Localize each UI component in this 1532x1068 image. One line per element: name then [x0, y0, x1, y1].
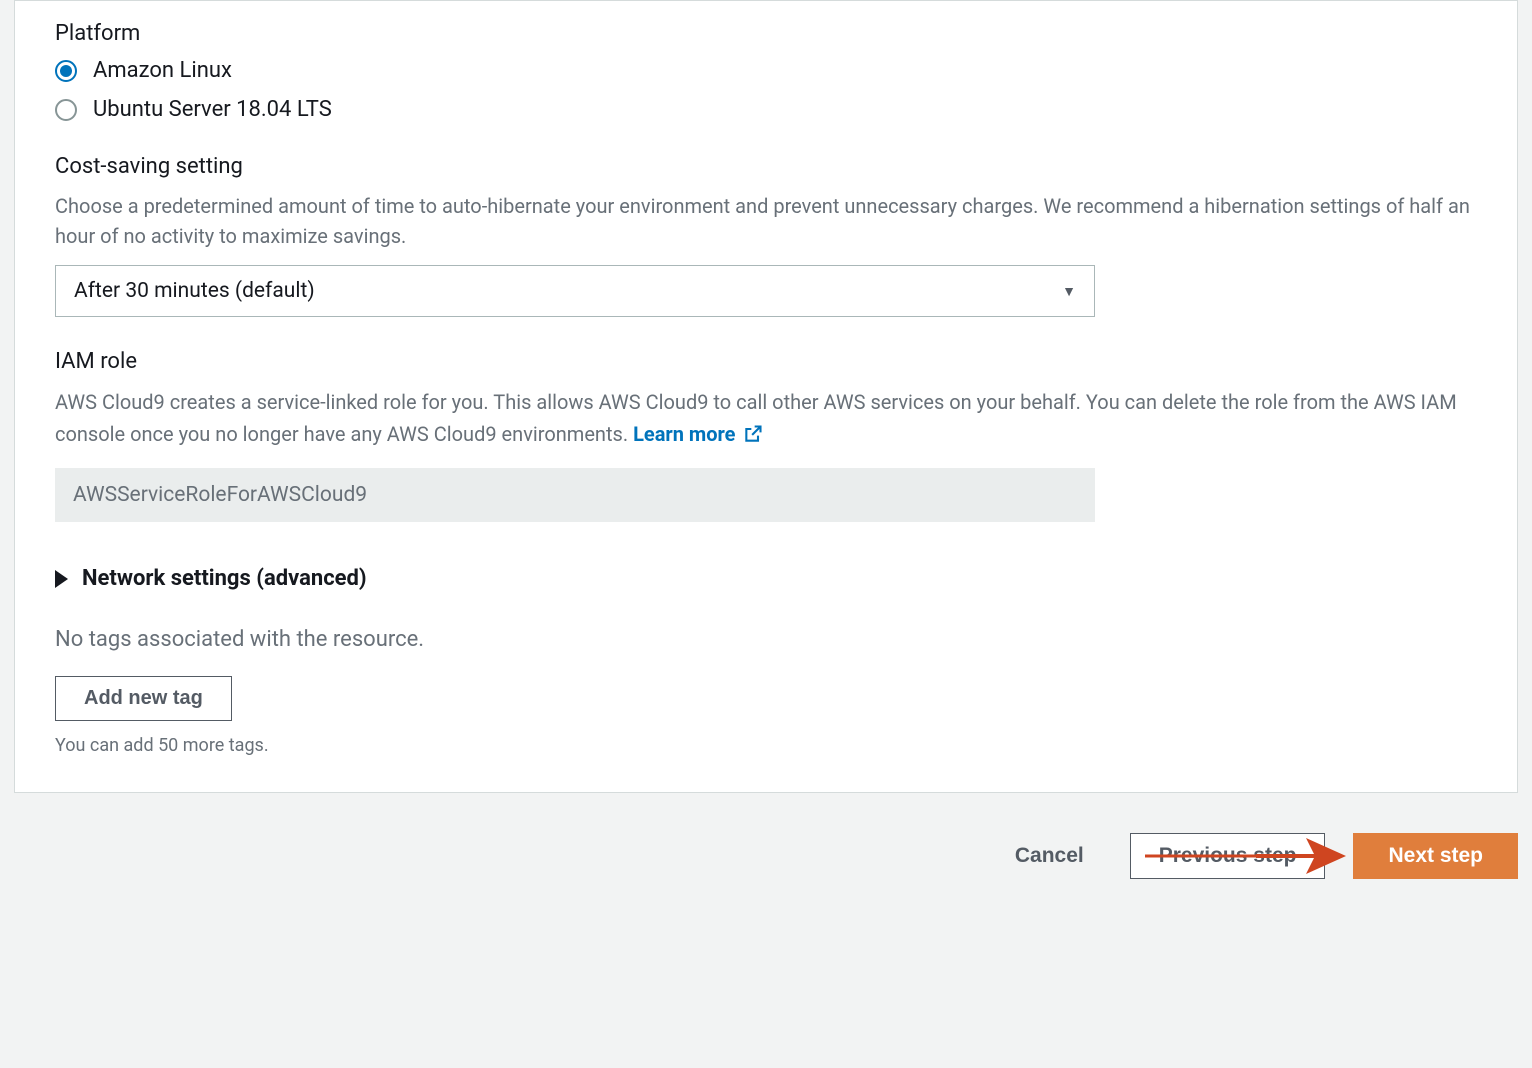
learn-more-link[interactable]: Learn more — [633, 418, 763, 450]
triangle-right-icon — [55, 570, 68, 588]
radio-icon — [55, 99, 77, 121]
platform-radio-group: Amazon Linux Ubuntu Server 18.04 LTS — [55, 58, 1477, 122]
annotation-strikethrough — [1145, 855, 1311, 858]
cost-saving-description: Choose a predetermined amount of time to… — [55, 191, 1477, 251]
cost-saving-section: Cost-saving setting Choose a predetermin… — [55, 154, 1477, 317]
network-settings-label: Network settings (advanced) — [82, 566, 367, 591]
platform-section: Platform Amazon Linux Ubuntu Server 18.0… — [55, 21, 1477, 122]
cost-saving-title: Cost-saving setting — [55, 154, 1477, 179]
radio-label: Ubuntu Server 18.04 LTS — [93, 97, 332, 122]
platform-title: Platform — [55, 21, 1477, 46]
add-new-tag-button[interactable]: Add new tag — [55, 676, 232, 721]
previous-step-button[interactable]: Previous step — [1130, 833, 1326, 879]
select-value: After 30 minutes (default) — [74, 279, 315, 303]
tags-empty-text: No tags associated with the resource. — [55, 627, 1477, 652]
next-step-button[interactable]: Next step — [1353, 833, 1518, 879]
iam-title: IAM role — [55, 349, 1477, 374]
network-settings-toggle[interactable]: Network settings (advanced) — [55, 566, 1477, 591]
tags-section: No tags associated with the resource. Ad… — [55, 627, 1477, 756]
settings-panel: Platform Amazon Linux Ubuntu Server 18.0… — [14, 0, 1518, 793]
cost-saving-select[interactable]: After 30 minutes (default) ▼ — [55, 265, 1095, 317]
iam-role-value: AWSServiceRoleForAWSCloud9 — [73, 483, 367, 507]
tags-hint: You can add 50 more tags. — [55, 735, 1477, 756]
iam-description-wrap: AWS Cloud9 creates a service-linked role… — [55, 386, 1477, 450]
chevron-down-icon: ▼ — [1062, 283, 1076, 300]
cancel-button[interactable]: Cancel — [997, 834, 1102, 878]
radio-amazon-linux[interactable]: Amazon Linux — [55, 58, 1477, 83]
learn-more-text: Learn more — [633, 418, 735, 450]
wizard-footer: Cancel Previous step Next step — [0, 793, 1532, 919]
radio-icon — [55, 60, 77, 82]
radio-ubuntu[interactable]: Ubuntu Server 18.04 LTS — [55, 97, 1477, 122]
radio-dot-icon — [60, 65, 72, 77]
iam-section: IAM role AWS Cloud9 creates a service-li… — [55, 349, 1477, 522]
iam-role-field: AWSServiceRoleForAWSCloud9 — [55, 468, 1095, 522]
radio-label: Amazon Linux — [93, 58, 232, 83]
external-link-icon — [743, 424, 763, 444]
